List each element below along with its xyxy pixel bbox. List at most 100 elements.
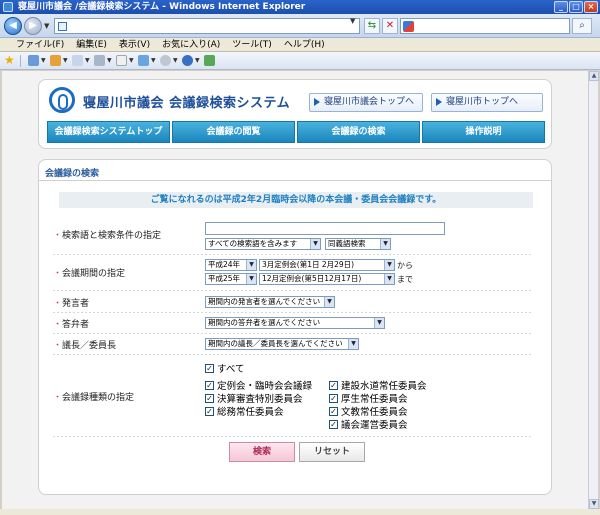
menu-tools[interactable]: ツール(T) xyxy=(226,38,278,51)
meeting-type-label: 会議録種類の指定 xyxy=(53,390,134,403)
type-checkbox[interactable]: ✓ 建設水道常任委員会 xyxy=(329,378,427,392)
feeds-dropdown-icon[interactable]: ▼ xyxy=(63,57,68,64)
forward-button[interactable]: ▶ xyxy=(24,17,42,35)
tab-browse[interactable]: 会議録の閲覧 xyxy=(172,121,295,143)
maximize-button[interactable]: □ xyxy=(569,1,583,13)
safety-icon[interactable] xyxy=(138,55,149,66)
to-session-select[interactable]: 12月定例会(第5日12月17日) ▼ xyxy=(259,273,395,285)
answerer-select[interactable]: 期間内の答弁者を選んでください ▼ xyxy=(205,317,385,329)
panel-divider xyxy=(39,180,551,181)
type-label: 建設水道常任委員会 xyxy=(341,381,427,392)
url-dropdown-icon[interactable]: ▼ xyxy=(350,17,355,25)
mail-icon[interactable] xyxy=(72,55,83,66)
keyword-mode-value: すべての検索語を含みます xyxy=(208,239,298,248)
type-checkbox[interactable]: ✓ 決算審査特別委員会 xyxy=(205,391,303,405)
history-dropdown-icon[interactable]: ▼ xyxy=(44,22,49,30)
type-checkbox[interactable]: ✓ 厚生常任委員会 xyxy=(329,391,408,405)
help-icon[interactable] xyxy=(182,55,193,66)
checkbox-checked-icon[interactable]: ✓ xyxy=(205,363,214,373)
search-button[interactable]: 検索 xyxy=(229,442,295,462)
checkbox-checked-icon[interactable]: ✓ xyxy=(205,393,214,403)
chair-label: 議長／委員長 xyxy=(53,338,116,351)
to-year-value: 平成25年 xyxy=(208,274,241,283)
answerer-label: 答弁者 xyxy=(53,317,89,330)
search-go-button[interactable]: ⌕ xyxy=(572,18,592,34)
tools-gear-icon[interactable] xyxy=(160,55,171,66)
row-divider xyxy=(53,290,531,291)
chevron-down-icon: ▼ xyxy=(374,318,384,328)
tools-dropdown-icon[interactable]: ▼ xyxy=(173,57,178,64)
checkbox-checked-icon[interactable]: ✓ xyxy=(329,380,338,390)
back-button[interactable]: ◀ xyxy=(4,17,22,35)
tab-search[interactable]: 会議録の検索 xyxy=(297,121,420,143)
vertical-scrollbar[interactable]: ▲ ▼ xyxy=(588,71,599,509)
type-label: 議会運営委員会 xyxy=(341,420,408,431)
type-label: 定例会・臨時会会議録 xyxy=(217,381,313,392)
close-button[interactable]: × xyxy=(584,1,598,13)
synonym-mode-value: 同義語検索 xyxy=(328,239,366,248)
menu-view[interactable]: 表示(V) xyxy=(113,38,156,51)
city-top-link[interactable]: 寝屋川市トップへ xyxy=(431,93,543,112)
keyword-mode-select[interactable]: すべての検索語を含みます ▼ xyxy=(205,238,321,250)
menu-favorites[interactable]: お気に入り(A) xyxy=(156,38,226,51)
row-divider xyxy=(53,333,531,334)
print-dropdown-icon[interactable]: ▼ xyxy=(107,57,112,64)
row-divider xyxy=(53,312,531,313)
menu-edit[interactable]: 編集(E) xyxy=(70,38,113,51)
menu-file[interactable]: ファイル(F) xyxy=(10,38,70,51)
toolbar-divider xyxy=(20,55,21,67)
print-icon[interactable] xyxy=(94,55,105,66)
availability-notice: ご覧になれるのは平成2年2月臨時会以降の本会議・委員会会議録です。 xyxy=(59,192,533,208)
page-menu-icon[interactable] xyxy=(116,55,127,66)
speaker-select[interactable]: 期間内の発言者を選んでください ▼ xyxy=(205,296,335,308)
speaker-value: 期間内の発言者を選んでください xyxy=(208,297,321,306)
home-icon[interactable] xyxy=(28,55,39,66)
type-checkbox[interactable]: ✓ 総務常任委員会 xyxy=(205,404,284,418)
speaker-label: 発言者 xyxy=(53,296,89,309)
safety-dropdown-icon[interactable]: ▼ xyxy=(151,57,156,64)
checkbox-checked-icon[interactable]: ✓ xyxy=(329,393,338,403)
scroll-up-icon[interactable]: ▲ xyxy=(589,71,599,81)
type-checkbox[interactable]: ✓ 定例会・臨時会会議録 xyxy=(205,378,312,392)
checkbox-checked-icon[interactable]: ✓ xyxy=(205,406,214,416)
keyword-label: 検索語と検索条件の指定 xyxy=(53,228,161,241)
home-dropdown-icon[interactable]: ▼ xyxy=(41,57,46,64)
tab-help[interactable]: 操作説明 xyxy=(422,121,545,143)
checkbox-checked-icon[interactable]: ✓ xyxy=(329,406,338,416)
url-input[interactable] xyxy=(54,18,360,34)
scroll-down-icon[interactable]: ▼ xyxy=(589,499,599,509)
type-label: 厚生常任委員会 xyxy=(341,394,408,405)
chair-select[interactable]: 期間内の議長／委員長を選んでください ▼ xyxy=(205,338,359,350)
row-divider xyxy=(53,254,531,255)
from-suffix: から xyxy=(397,261,413,270)
from-year-select[interactable]: 平成24年 ▼ xyxy=(205,259,257,271)
favorites-star-icon[interactable]: ★ xyxy=(4,54,15,67)
from-session-select[interactable]: 3月定例会(第1日 2月29日) ▼ xyxy=(259,259,395,271)
stop-button[interactable]: ✕ xyxy=(382,18,398,34)
council-top-link[interactable]: 寝屋川市議会トップへ xyxy=(309,93,423,112)
type-checkbox[interactable]: ✓ 文教常任委員会 xyxy=(329,404,408,418)
research-icon[interactable] xyxy=(204,55,215,66)
feeds-icon[interactable] xyxy=(50,55,61,66)
refresh-button[interactable]: ⇆ xyxy=(364,18,380,34)
synonym-mode-select[interactable]: 同義語検索 ▼ xyxy=(325,238,391,250)
tab-system-top[interactable]: 会議録検索システムトップ xyxy=(47,121,170,143)
to-year-select[interactable]: 平成25年 ▼ xyxy=(205,273,257,285)
keyword-input[interactable] xyxy=(205,222,445,235)
row-divider xyxy=(53,436,531,437)
type-checkbox-all[interactable]: ✓ すべて xyxy=(205,361,244,375)
chevron-down-icon: ▼ xyxy=(380,239,390,249)
help-dropdown-icon[interactable]: ▼ xyxy=(195,57,200,64)
mail-dropdown-icon[interactable]: ▼ xyxy=(85,57,90,64)
menu-help[interactable]: ヘルプ(H) xyxy=(278,38,331,51)
minimize-button[interactable]: _ xyxy=(554,1,568,13)
page-dropdown-icon[interactable]: ▼ xyxy=(129,57,134,64)
reset-button[interactable]: リセット xyxy=(299,442,365,462)
checkbox-checked-icon[interactable]: ✓ xyxy=(329,419,338,429)
checkbox-checked-icon[interactable]: ✓ xyxy=(205,380,214,390)
chevron-down-icon: ▼ xyxy=(310,239,320,249)
page-icon xyxy=(58,22,67,31)
menu-bar: ファイル(F) 編集(E) 表示(V) お気に入り(A) ツール(T) ヘルプ(… xyxy=(0,38,600,52)
search-input[interactable] xyxy=(400,18,570,34)
type-checkbox[interactable]: ✓ 議会運営委員会 xyxy=(329,417,408,431)
